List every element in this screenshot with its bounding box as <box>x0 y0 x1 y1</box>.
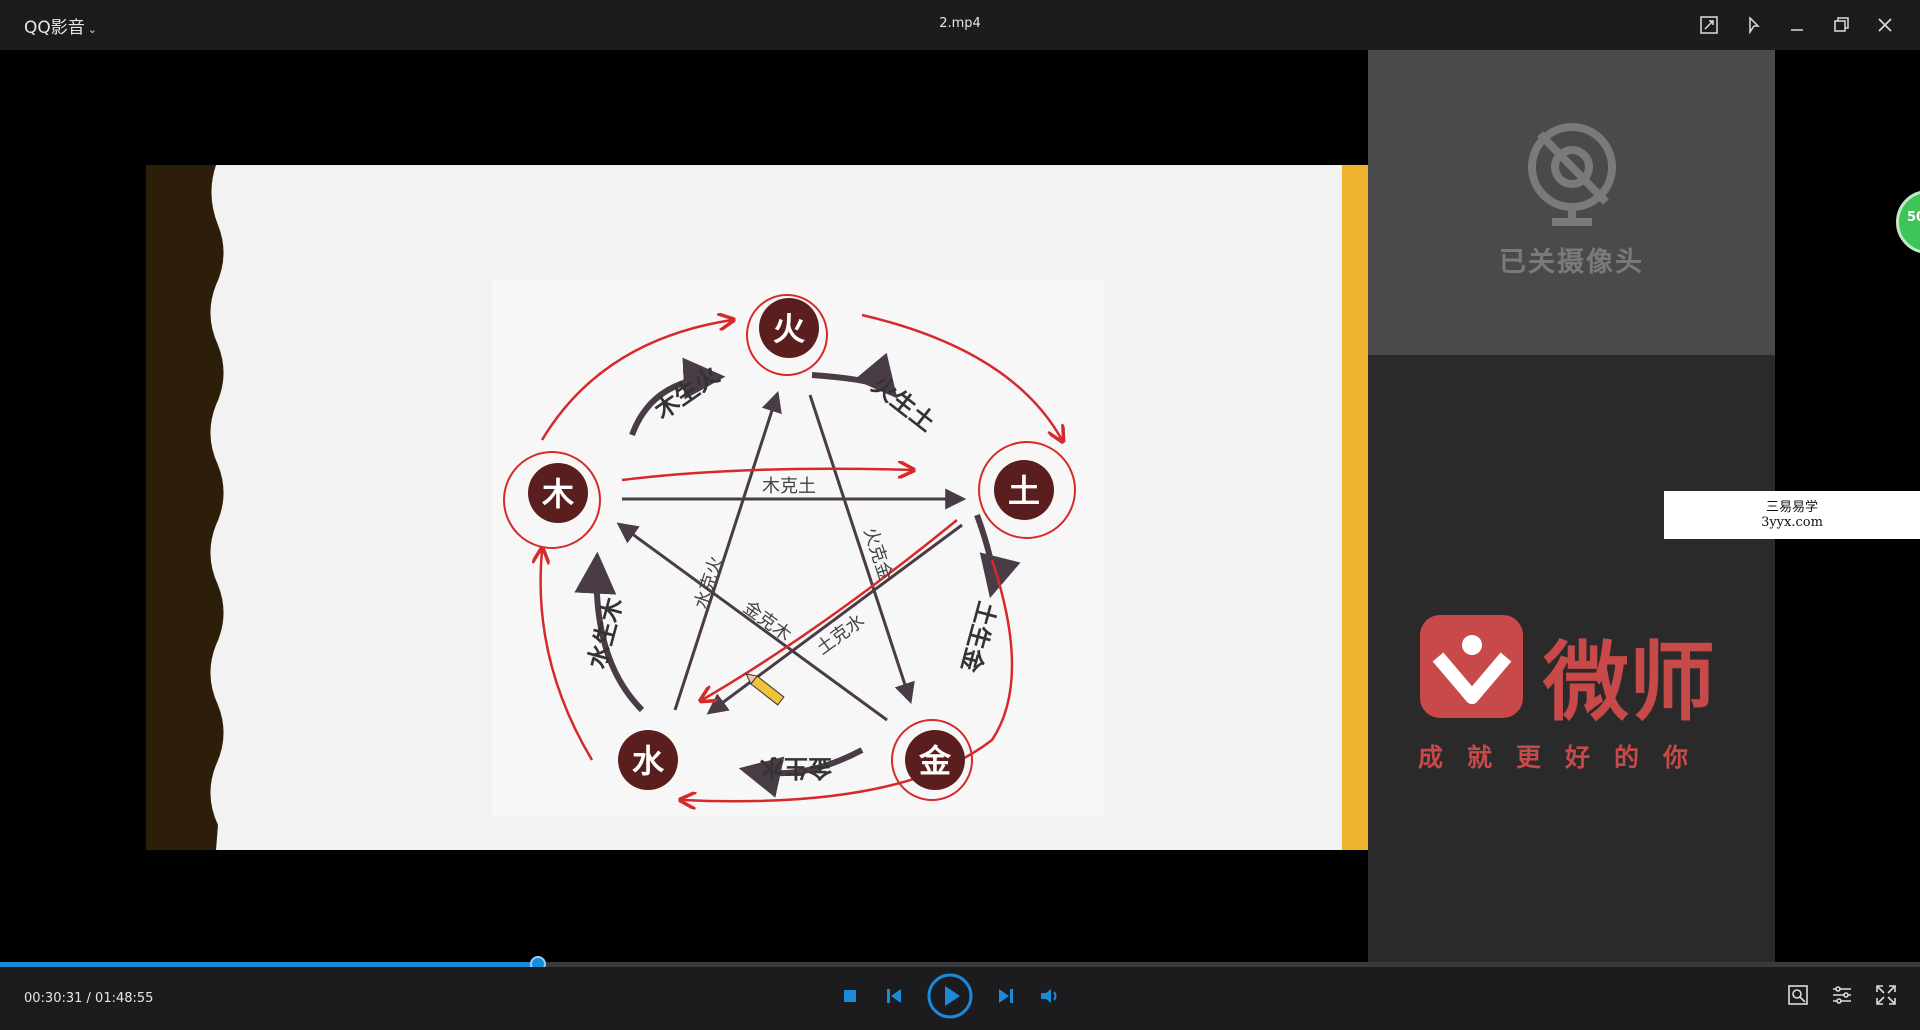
label-earth-metal: 土生金 <box>955 598 1001 676</box>
floating-badge[interactable]: 50 <box>1896 190 1920 254</box>
watermark: 三易易学 3yyx.com <box>1664 491 1920 539</box>
next-icon <box>999 989 1013 1003</box>
volume-button[interactable] <box>1038 984 1062 1008</box>
screenshot-button[interactable] <box>1786 983 1810 1007</box>
total-time: 01:48:55 <box>95 991 154 1006</box>
slide-side-stripe <box>1342 165 1368 850</box>
file-title: 2.mp4 <box>939 16 981 31</box>
badge-text: 50 <box>1907 210 1920 225</box>
label-fire-earth: 火生土 <box>866 371 940 437</box>
settings-button[interactable] <box>1830 983 1854 1007</box>
volume-icon <box>1041 989 1057 1003</box>
play-button[interactable] <box>926 972 974 1020</box>
minimize-icon[interactable] <box>1784 12 1810 38</box>
camera-off-area: 已关摄像头 <box>1368 50 1775 355</box>
svg-text:木: 木 <box>541 475 574 513</box>
node-metal: 金 <box>905 730 965 790</box>
video-area[interactable]: 火 木 土 水 金 木生火 火生土 土生金 金生水 水生木 木克土 水克火 火克… <box>0 50 1920 962</box>
brand-slogan: 成就更好的你 <box>1418 743 1713 772</box>
pin-icon[interactable] <box>1740 12 1766 38</box>
five-elements-diagram: 火 木 土 水 金 木生火 火生土 土生金 金生水 水生木 木克土 水克火 火克… <box>492 280 1104 816</box>
camera-status-label: 已关摄像头 <box>1499 247 1644 278</box>
settings-icon <box>1833 986 1851 1004</box>
svg-text:土: 土 <box>1008 472 1040 510</box>
stop-icon <box>844 990 856 1002</box>
control-bar: 00:30:31 / 01:48:55 <box>0 967 1920 1030</box>
slide-border-decoration <box>146 165 224 850</box>
red-annotation-diagonal <box>702 519 958 700</box>
time-display: 00:30:31 / 01:48:55 <box>24 991 153 1006</box>
restore-icon[interactable] <box>1828 12 1854 38</box>
stop-button[interactable] <box>838 984 862 1008</box>
play-icon <box>927 973 973 1019</box>
previous-button[interactable] <box>882 984 906 1008</box>
label-water-fire: 水克火 <box>691 554 728 612</box>
svg-text:火: 火 <box>773 310 805 348</box>
node-water: 水 <box>618 730 678 790</box>
brand-name: 微师 <box>1543 633 1715 733</box>
watermark-line2: 3yyx.com <box>1761 515 1823 530</box>
label-earth-water: 土克水 <box>813 610 869 659</box>
camera-off-icon <box>1528 123 1616 226</box>
screen-capture-icon[interactable] <box>1696 12 1722 38</box>
weishi-logo-icon <box>1420 615 1523 718</box>
svg-text:金: 金 <box>918 742 952 780</box>
label-water-wood: 水生木 <box>583 594 629 672</box>
close-icon[interactable] <box>1872 12 1898 38</box>
screenshot-icon <box>1788 985 1808 1005</box>
current-time: 00:30:31 <box>24 991 83 1006</box>
node-earth: 土 <box>994 460 1054 520</box>
node-wood: 木 <box>528 463 588 523</box>
label-metal-water: 金生水 <box>759 754 833 782</box>
node-fire: 火 <box>759 298 819 358</box>
time-separator: / <box>82 991 96 1006</box>
fullscreen-button[interactable] <box>1874 983 1898 1007</box>
label-metal-wood: 金克木 <box>739 597 795 646</box>
next-button[interactable] <box>994 984 1018 1008</box>
svg-text:水: 水 <box>632 742 665 780</box>
pencil-cursor-icon <box>745 673 785 706</box>
arc-earth-metal <box>974 513 1021 599</box>
fullscreen-icon <box>1876 985 1896 1005</box>
watermark-line1: 三易易学 <box>1765 500 1818 515</box>
slide: 火 木 土 水 金 木生火 火生土 土生金 金生水 水生木 木克土 水克火 火克… <box>146 165 1368 850</box>
previous-icon <box>887 989 901 1003</box>
title-bar: QQ影音 ⌄ 2.mp4 <box>0 0 1920 50</box>
label-fire-metal: 火克金 <box>859 525 896 583</box>
label-wood-earth: 木克土 <box>762 476 816 497</box>
